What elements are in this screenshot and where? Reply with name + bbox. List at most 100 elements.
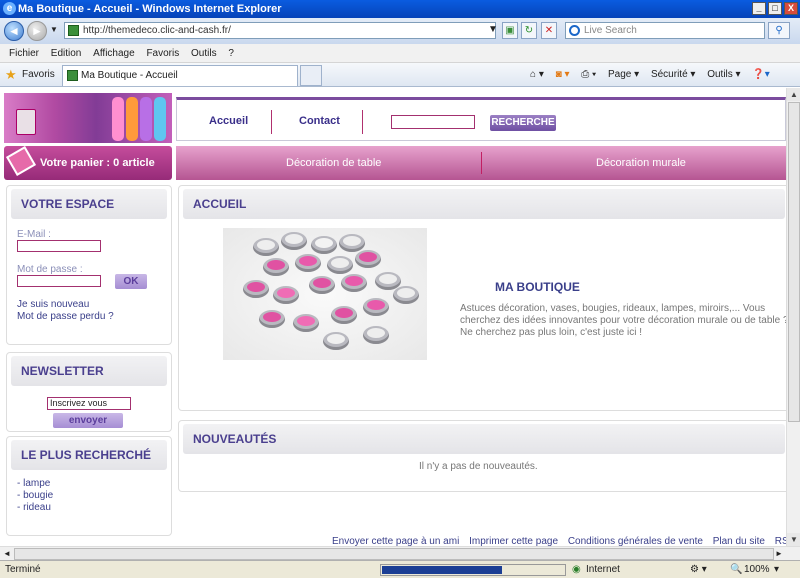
- forward-button[interactable]: ►: [27, 21, 47, 41]
- favorites-button[interactable]: Favoris: [22, 63, 55, 87]
- footer-link-rss[interactable]: RSS 1.0: [775, 536, 786, 546]
- home-panel: ACCUEIL MA BOUTIQUE Astuces décoration, …: [178, 185, 786, 411]
- horizontal-scrollbar[interactable]: ◄ ►: [0, 546, 800, 560]
- zoom-icon[interactable]: 🔍: [730, 561, 742, 578]
- print-icon[interactable]: ⎙ ▾: [581, 69, 596, 80]
- vertical-scrollbar[interactable]: ▲ ▼: [786, 88, 800, 546]
- category-murale[interactable]: Décoration murale: [596, 157, 686, 169]
- scroll-left-icon[interactable]: ◄: [0, 547, 14, 560]
- candles-image: [223, 228, 427, 360]
- popular-item[interactable]: - rideau: [17, 502, 51, 513]
- history-dropdown-icon[interactable]: ▼: [50, 25, 58, 34]
- progress-fill: [382, 566, 502, 574]
- site-logo[interactable]: [4, 93, 172, 143]
- title-bar: e Ma Boutique - Accueil - Windows Intern…: [0, 0, 800, 18]
- nav-contact[interactable]: Contact: [299, 115, 340, 127]
- newsletter-panel: NEWSLETTER Inscrivez vous envoyer: [6, 352, 172, 432]
- cart-cube-icon: [5, 145, 37, 177]
- zoom-level[interactable]: 100%: [744, 561, 770, 578]
- zone-text: Internet: [586, 564, 620, 575]
- bottle-icon: [140, 97, 152, 141]
- window-title: Ma Boutique - Accueil - Windows Internet…: [18, 3, 282, 15]
- close-button[interactable]: X: [784, 2, 798, 15]
- news-empty-text: Il n'y a pas de nouveautés.: [419, 461, 538, 472]
- nav-divider: [362, 110, 363, 134]
- scroll-down-icon[interactable]: ▼: [787, 533, 800, 546]
- page-menu[interactable]: Page ▾: [608, 69, 639, 80]
- maximize-button[interactable]: □: [768, 2, 782, 15]
- nav-divider: [271, 110, 272, 134]
- address-toolbar: ◄ ► ▼ http://themedeco.clic-and-cash.fr/…: [0, 18, 800, 44]
- status-bar: Terminé ◉ Internet ⚙ ▾ 🔍 100% ▾: [0, 560, 800, 578]
- footer-link-send[interactable]: Envoyer cette page à un ami: [332, 536, 459, 546]
- help-icon[interactable]: ❓▾: [752, 69, 769, 80]
- search-button[interactable]: RECHERCHE: [490, 115, 556, 131]
- menu-fichier[interactable]: Fichier: [9, 48, 39, 59]
- menu-help[interactable]: ?: [228, 48, 234, 59]
- popular-title: LE PLUS RECHERCHÉ: [11, 440, 167, 470]
- newsletter-input[interactable]: Inscrivez vous: [47, 397, 131, 410]
- address-input[interactable]: http://themedeco.clic-and-cash.fr/: [64, 22, 496, 39]
- new-tab-button[interactable]: [300, 65, 322, 86]
- menu-edition[interactable]: Edition: [51, 48, 82, 59]
- category-table[interactable]: Décoration de table: [286, 157, 381, 169]
- footer-links: Envoyer cette page à un ami Imprimer cet…: [332, 536, 786, 546]
- protected-mode-icon[interactable]: ⚙ ▾: [690, 561, 707, 578]
- popular-item[interactable]: - bougie: [17, 490, 53, 501]
- category-bar: Décoration de table Décoration murale: [176, 146, 786, 180]
- footer-link-print[interactable]: Imprimer cette page: [469, 536, 558, 546]
- live-search-input[interactable]: Live Search: [565, 22, 765, 39]
- horizontal-scroll-thumb[interactable]: [14, 548, 774, 560]
- tab-accueil[interactable]: Ma Boutique - Accueil: [62, 65, 298, 86]
- compatibility-icon[interactable]: ▣: [502, 22, 518, 39]
- scroll-right-icon[interactable]: ►: [772, 547, 786, 560]
- back-button[interactable]: ◄: [4, 21, 24, 41]
- search-icon[interactable]: ⚲: [768, 22, 790, 39]
- newsletter-submit-button[interactable]: envoyer: [53, 413, 123, 428]
- email-field[interactable]: [17, 240, 101, 252]
- home-icon[interactable]: ⌂ ▾: [530, 69, 544, 80]
- cart-text: Votre panier : 0 article: [40, 157, 155, 169]
- url-dropdown-icon[interactable]: ▼: [485, 22, 501, 39]
- security-menu[interactable]: Sécurité ▾: [651, 69, 695, 80]
- popular-item[interactable]: - lampe: [17, 478, 50, 489]
- url-text: http://themedeco.clic-and-cash.fr/: [83, 25, 231, 36]
- menu-favoris[interactable]: Favoris: [146, 48, 179, 59]
- lost-password-link[interactable]: Mot de passe perdu ?: [17, 311, 114, 322]
- vertical-scroll-thumb[interactable]: [788, 102, 800, 422]
- live-search-logo-icon: [569, 25, 580, 36]
- password-field[interactable]: [17, 275, 101, 287]
- refresh-icon[interactable]: ↻: [521, 22, 537, 39]
- tab-favicon: [67, 70, 78, 81]
- zoom-dropdown-icon[interactable]: ▾: [774, 561, 779, 578]
- newsletter-title: NEWSLETTER: [11, 356, 167, 386]
- tab-title: Ma Boutique - Accueil: [81, 70, 178, 81]
- nav-accueil[interactable]: Accueil: [209, 115, 248, 127]
- news-panel: NOUVEAUTÉS Il n'y a pas de nouveautés.: [178, 420, 786, 492]
- menu-affichage[interactable]: Affichage: [93, 48, 135, 59]
- new-user-link[interactable]: Je suis nouveau: [17, 299, 89, 310]
- login-panel: VOTRE ESPACE E-Mail : Mot de passe : OK …: [6, 185, 172, 345]
- status-text: Terminé: [5, 564, 41, 575]
- ie-icon: e: [3, 2, 16, 15]
- site-search-input[interactable]: [391, 115, 475, 129]
- globe-icon: ◉: [572, 564, 581, 575]
- site-favicon: [68, 25, 79, 36]
- site-header: Accueil Contact RECHERCHE: [176, 97, 786, 141]
- tools-menu[interactable]: Outils ▾: [707, 69, 740, 80]
- paint-can-icon: [16, 109, 36, 135]
- news-title: NOUVEAUTÉS: [183, 424, 785, 454]
- stop-icon[interactable]: ✕: [541, 22, 557, 39]
- footer-link-cgv[interactable]: Conditions générales de vente: [568, 536, 703, 546]
- menu-bar: Fichier Edition Affichage Favoris Outils…: [0, 44, 800, 63]
- login-panel-title: VOTRE ESPACE: [11, 189, 167, 219]
- minimize-button[interactable]: _: [752, 2, 766, 15]
- login-ok-button[interactable]: OK: [115, 274, 147, 289]
- scroll-up-icon[interactable]: ▲: [787, 88, 800, 101]
- rss-icon[interactable]: ◙ ▾: [556, 69, 570, 80]
- home-title: ACCUEIL: [183, 189, 785, 219]
- footer-link-sitemap[interactable]: Plan du site: [713, 536, 765, 546]
- menu-outils[interactable]: Outils: [191, 48, 217, 59]
- favorites-star-icon[interactable]: ★: [5, 63, 17, 87]
- cart-bar[interactable]: Votre panier : 0 article: [4, 145, 172, 180]
